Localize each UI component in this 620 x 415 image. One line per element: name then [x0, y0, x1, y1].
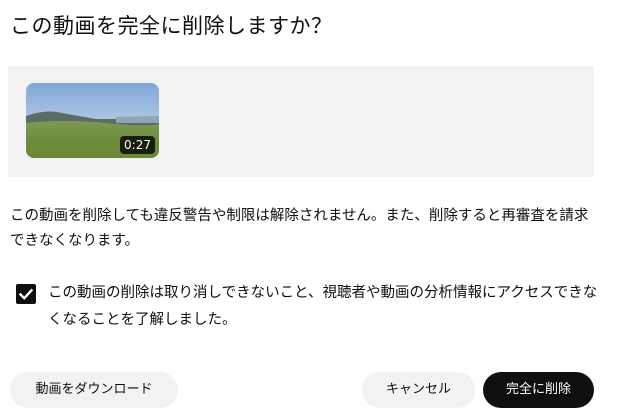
video-duration-badge: 0:27 — [120, 136, 155, 154]
video-preview-panel: 0:27 — [8, 66, 594, 177]
warning-text: この動画を削除しても違反警告や制限は解除されません。また、削除すると再審査を請求… — [10, 208, 589, 249]
delete-video-dialog: この動画を完全に削除しますか？ 0:27 この動画を削除しても違反警告や制限は解… — [0, 0, 620, 415]
video-thumbnail[interactable]: 0:27 — [26, 83, 159, 158]
dialog-title: この動画を完全に削除しますか？ — [10, 14, 333, 38]
download-video-button[interactable]: 動画をダウンロード — [10, 372, 178, 408]
cancel-button[interactable]: キャンセル — [362, 372, 475, 408]
delete-permanently-button[interactable]: 完全に削除 — [483, 372, 594, 408]
confirm-checkbox-label[interactable]: この動画の削除は取り消しできないこと、視聴者や動画の分析情報にアクセスできなくな… — [48, 280, 608, 334]
confirm-checkbox[interactable] — [16, 284, 36, 304]
checkmark-icon — [18, 288, 34, 300]
